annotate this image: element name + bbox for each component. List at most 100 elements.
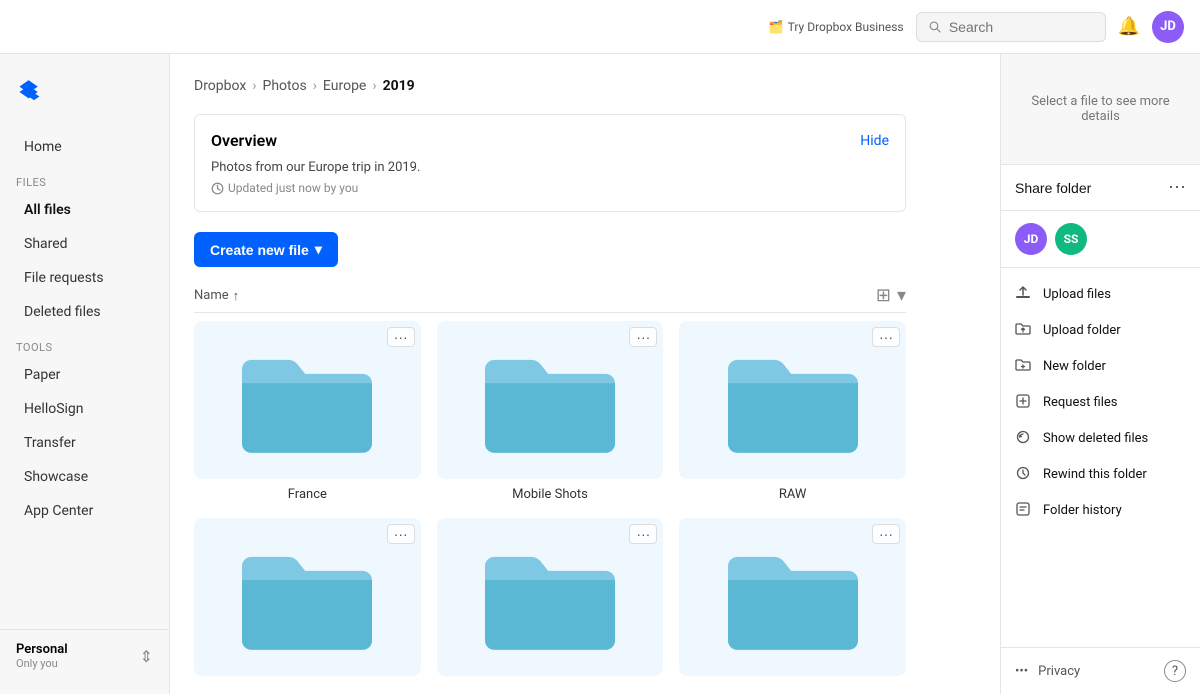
breadcrumb-sep-3: › (372, 78, 376, 94)
sidebar-item-transfer[interactable]: Transfer (8, 427, 161, 459)
view-toggle[interactable]: ⊞ ▾ (876, 285, 906, 306)
breadcrumb-sep-1: › (252, 78, 256, 94)
right-action-item[interactable]: Upload files (1001, 276, 1200, 312)
sidebar-item-home[interactable]: Home (8, 131, 161, 163)
bottom-dots[interactable]: ••• (1015, 664, 1028, 679)
right-panel: Select a file to see more details Share … (1000, 54, 1200, 694)
folder-item[interactable]: ··· (437, 518, 664, 684)
deleted-icon (1015, 429, 1033, 447)
folder-more-button[interactable]: ··· (872, 524, 900, 544)
right-action-item[interactable]: Upload folder (1001, 312, 1200, 348)
privacy-link[interactable]: Privacy (1038, 664, 1080, 679)
help-icon[interactable]: ? (1164, 660, 1186, 682)
list-view-icon[interactable]: ▾ (897, 285, 906, 306)
folder-card: ··· (194, 518, 421, 676)
folder-icon (728, 546, 858, 656)
sidebar-section-files: Files (0, 164, 169, 193)
folder-more-button[interactable]: ··· (629, 524, 657, 544)
sidebar-item-showcase[interactable]: Showcase (8, 461, 161, 493)
account-sub: Only you (16, 657, 68, 670)
share-folder-plus-icon[interactable]: ⋯ (1168, 177, 1186, 198)
collaborator-avatar[interactable]: JD (1015, 223, 1047, 255)
breadcrumb-dropbox[interactable]: Dropbox (194, 78, 246, 94)
folder-new-icon (1015, 357, 1033, 375)
collaborators-avatars: JDSS (1001, 211, 1200, 268)
sidebar: Home Files All files Shared File request… (0, 54, 170, 694)
dropbox-logo[interactable] (0, 66, 169, 130)
breadcrumb-sep-2: › (313, 78, 317, 94)
account-chevron[interactable]: ⇕ (140, 647, 153, 666)
sidebar-item-all-files[interactable]: All files (8, 194, 161, 226)
folder-card: ··· (437, 321, 664, 479)
right-action-label: Rewind this folder (1043, 467, 1147, 482)
create-button-chevron: ▾ (315, 241, 322, 258)
right-action-label: Folder history (1043, 503, 1122, 518)
folder-icon (485, 349, 615, 459)
right-panel-bottom: ••• Privacy ? (1001, 647, 1200, 694)
folder-icon-wrap (445, 526, 656, 668)
folder-icon (485, 546, 615, 656)
overview-hide-button[interactable]: Hide (860, 133, 889, 149)
folder-item[interactable]: ··· (194, 518, 421, 684)
share-folder-button[interactable]: Share folder (1015, 180, 1091, 196)
search-bar[interactable] (916, 12, 1106, 42)
name-column-header[interactable]: Name ↑ (194, 288, 239, 304)
folder-icon-wrap (687, 329, 898, 471)
right-action-label: Request files (1043, 395, 1118, 410)
sidebar-item-deleted-files[interactable]: Deleted files (8, 296, 161, 328)
history-icon (1015, 501, 1033, 519)
folder-item[interactable]: ··· (679, 518, 906, 684)
folder-more-button[interactable]: ··· (629, 327, 657, 347)
overview-section: Overview Hide Photos from our Europe tri… (194, 114, 906, 212)
folder-actions: Upload files Upload folder New folder Re… (1001, 268, 1200, 536)
folder-grid: ··· France ··· Mobile Shots ··· (194, 321, 906, 694)
file-list-header: Name ↑ ⊞ ▾ (194, 279, 906, 313)
grid-view-icon[interactable]: ⊞ (876, 285, 891, 306)
select-file-hint: Select a file to see more details (1001, 54, 1200, 165)
sidebar-item-file-requests[interactable]: File requests (8, 262, 161, 294)
folder-item[interactable]: ··· RAW (679, 321, 906, 502)
folder-icon (242, 546, 372, 656)
right-action-item[interactable]: Folder history (1001, 492, 1200, 528)
right-action-item[interactable]: Show deleted files (1001, 420, 1200, 456)
sidebar-item-shared[interactable]: Shared (8, 228, 161, 260)
folder-card: ··· (437, 518, 664, 676)
create-new-file-button[interactable]: Create new file ▾ (194, 232, 338, 267)
folder-more-button[interactable]: ··· (387, 327, 415, 347)
folder-item[interactable]: ··· France (194, 321, 421, 502)
folder-more-button[interactable]: ··· (387, 524, 415, 544)
folder-name: Mobile Shots (512, 487, 588, 502)
breadcrumb: Dropbox › Photos › Europe › 2019 (194, 78, 906, 94)
user-avatar[interactable]: JD (1152, 11, 1184, 43)
sidebar-item-hellosign[interactable]: HelloSign (8, 393, 161, 425)
try-dropbox-business[interactable]: 🗂️ Try Dropbox Business (769, 20, 904, 34)
right-action-item[interactable]: New folder (1001, 348, 1200, 384)
folder-icon-wrap (202, 526, 413, 668)
breadcrumb-photos[interactable]: Photos (263, 78, 307, 94)
right-action-label: Upload folder (1043, 323, 1121, 338)
folder-item[interactable]: ··· Mobile Shots (437, 321, 664, 502)
folder-icon-wrap (445, 329, 656, 471)
account-name: Personal (16, 642, 68, 657)
folder-icon-wrap (202, 329, 413, 471)
sidebar-item-paper[interactable]: Paper (8, 359, 161, 391)
upload-folder-icon (1015, 321, 1033, 339)
search-input[interactable] (949, 19, 1093, 35)
breadcrumb-europe[interactable]: Europe (323, 78, 366, 94)
right-action-item[interactable]: Request files (1001, 384, 1200, 420)
rewind-icon (1015, 465, 1033, 483)
toolbar: Create new file ▾ (194, 232, 906, 267)
collaborator-avatar[interactable]: SS (1055, 223, 1087, 255)
folder-icon-wrap (687, 526, 898, 668)
folder-icon (242, 349, 372, 459)
main-content: Dropbox › Photos › Europe › 2019 Overvie… (170, 54, 1000, 694)
sidebar-item-app-center[interactable]: App Center (8, 495, 161, 527)
right-action-label: Show deleted files (1043, 431, 1148, 446)
notifications-bell[interactable]: 🔔 (1118, 16, 1140, 37)
request-icon (1015, 393, 1033, 411)
folder-more-button[interactable]: ··· (872, 327, 900, 347)
clock-icon (211, 182, 224, 195)
folder-card: ··· (679, 321, 906, 479)
right-action-item[interactable]: Rewind this folder (1001, 456, 1200, 492)
folder-card: ··· (679, 518, 906, 676)
